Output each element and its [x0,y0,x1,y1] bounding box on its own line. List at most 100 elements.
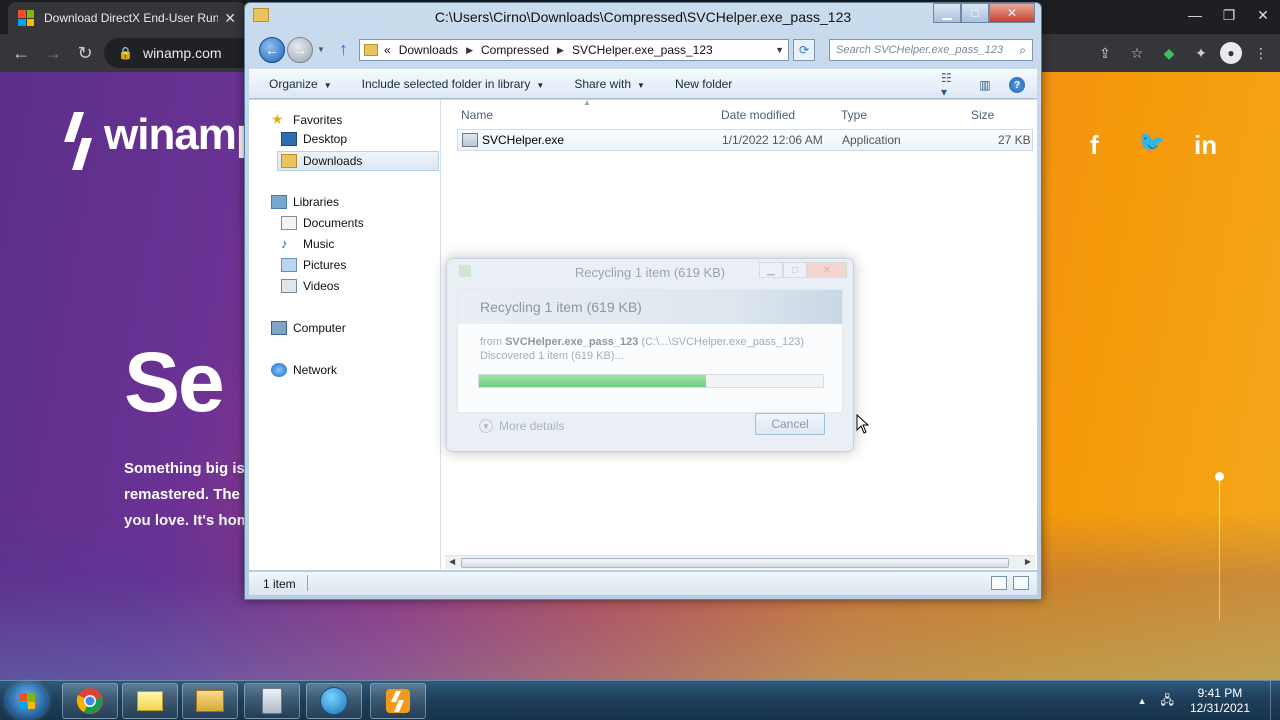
restore-button[interactable]: ❐ [1212,0,1246,30]
nav-libraries[interactable]: Libraries [271,195,339,209]
address-text: winamp.com [142,45,222,61]
large-icons-view-icon[interactable] [1013,576,1029,590]
nav-favorites[interactable]: ★ Favorites [271,111,342,128]
pictures-icon [281,258,297,272]
close-button[interactable]: ✕ [1246,0,1280,30]
new-folder-button[interactable]: New folder [675,77,732,91]
column-header-date-modified[interactable]: Date modified [721,108,795,122]
nav-videos[interactable]: Videos [281,279,339,293]
taskbar-chrome[interactable] [62,683,118,719]
profile-avatar-icon[interactable]: ● [1220,42,1242,64]
cancel-button[interactable]: Cancel [755,413,825,435]
taskbar-winamp[interactable] [370,683,426,719]
explorer-address-bar[interactable]: « Downloads ▶ Compressed ▶ SVCHelper.exe… [359,39,789,61]
nav-music[interactable]: ♪ Music [281,236,334,252]
nav-computer[interactable]: Computer [271,321,346,335]
scroll-right-icon[interactable]: ▶ [1025,557,1031,566]
show-hidden-icons-icon[interactable]: ▲ [1138,696,1147,706]
breadcrumb-overflow[interactable]: « [384,43,391,57]
winamp-icon [386,689,410,713]
taskbar-sticky-notes[interactable] [122,683,178,719]
nav-pictures[interactable]: Pictures [281,258,346,272]
recycling-progress-dialog: Recycling 1 item (619 KB) ▁ □ ✕ Recyclin… [446,258,854,452]
column-header-type[interactable]: Type [841,108,867,122]
nav-documents[interactable]: Documents [281,216,364,230]
application-file-icon [462,133,478,147]
facebook-icon[interactable]: f [1090,130,1099,161]
change-view-icon[interactable]: ☷ ▾ [941,71,961,99]
chevron-down-icon: ▼ [479,419,493,433]
menu-dots-icon[interactable]: ⋮ [1248,40,1274,66]
desktop-icon [281,132,297,146]
extensions-puzzle-icon[interactable]: ✦ [1188,40,1214,66]
explorer-navigation-bar: ← → ▼ ↑ « Downloads ▶ Compressed ▶ SVCHe… [245,33,1041,67]
nav-network[interactable]: Network [271,363,337,377]
system-clock[interactable]: 9:41 PM 12/31/2021 [1190,686,1250,716]
search-icon[interactable]: ⌕ [1019,43,1026,58]
file-size: 27 KB [998,133,1031,147]
up-folder-icon[interactable]: ↑ [339,39,348,60]
dialog-window-controls: ▁ □ ✕ [759,262,847,278]
taskbar-explorer[interactable] [182,683,238,719]
file-row[interactable]: SVCHelper.exe 1/1/2022 12:06 AM Applicat… [457,129,1033,151]
music-note-icon: ♪ [281,236,288,251]
explorer-close-button[interactable]: ✕ [989,3,1035,23]
linkedin-icon[interactable]: in [1194,130,1217,161]
taskbar-download-manager[interactable] [306,683,362,719]
help-icon[interactable]: ? [1009,77,1025,93]
extension-app-icon[interactable]: ◆ [1156,40,1182,66]
breadcrumb-current-folder[interactable]: SVCHelper.exe_pass_123 [572,43,713,57]
sort-caret-icon: ▲ [583,98,591,107]
file-type: Application [842,133,901,147]
explorer-titlebar[interactable]: C:\Users\Cirno\Downloads\Compressed\SVCH… [245,3,1041,31]
organize-menu[interactable]: Organize ▼ [269,77,332,91]
explorer-search-box[interactable]: Search SVCHelper.exe_pass_123 ⌕ [829,39,1033,61]
explorer-maximize-button[interactable]: □ [961,3,989,23]
windows-logo-icon [18,10,34,26]
taskbar-recycle[interactable] [244,683,300,719]
recycle-bin-icon [262,688,282,714]
reload-icon[interactable]: ↻ [72,40,98,66]
nav-desktop[interactable]: Desktop [281,132,347,146]
include-in-library-menu[interactable]: Include selected folder in library ▼ [362,77,545,91]
breadcrumb-downloads[interactable]: Downloads [399,43,458,57]
nav-downloads[interactable]: Downloads [277,151,439,171]
recycle-bin-icon [459,265,471,277]
network-status-icon[interactable]: 🖧 [1161,691,1174,712]
explorer-back-button[interactable]: ← [259,37,285,63]
show-desktop-button[interactable] [1270,681,1280,720]
forward-arrow-icon[interactable]: → [40,40,66,66]
breadcrumb-separator-icon[interactable]: ▶ [466,45,473,56]
recent-pages-dropdown-icon[interactable]: ▼ [317,45,325,54]
dialog-maximize-button[interactable]: □ [783,262,807,278]
progress-bar-fill [479,375,707,387]
explorer-minimize-button[interactable]: ▁ [933,3,961,23]
breadcrumb-compressed[interactable]: Compressed [481,43,549,57]
explorer-folder-icon [196,690,224,712]
more-details-toggle[interactable]: ▼ More details [479,419,564,433]
dialog-close-button[interactable]: ✕ [807,262,847,278]
horizontal-scrollbar[interactable]: ◀ ▶ [445,555,1035,569]
source-folder-name: SVCHelper.exe_pass_123 [505,336,639,348]
breadcrumb-separator-icon[interactable]: ▶ [557,45,564,56]
share-icon[interactable]: ⇪ [1092,40,1118,66]
scroll-thumb[interactable] [461,558,1009,568]
column-header-name[interactable]: Name [461,108,493,122]
preview-pane-icon[interactable]: ▥ [975,75,995,95]
minimize-button[interactable]: — [1178,0,1212,30]
refresh-icon[interactable]: ⟳ [793,39,815,61]
back-arrow-icon[interactable]: ← [8,40,34,66]
share-with-menu[interactable]: Share with ▼ [574,77,645,91]
notes-icon [137,691,163,711]
tab-close-icon[interactable]: ✕ [224,10,236,27]
browser-tab[interactable]: Download DirectX End-User Runtim ✕ [8,2,246,34]
scroll-left-icon[interactable]: ◀ [449,557,455,566]
details-view-icon[interactable] [991,576,1007,590]
column-header-size[interactable]: Size [971,108,994,122]
explorer-forward-button[interactable]: → [287,37,313,63]
start-button[interactable] [6,683,48,719]
twitter-icon[interactable]: 🐦 [1138,130,1165,156]
dialog-minimize-button[interactable]: ▁ [759,262,783,278]
address-dropdown-icon[interactable]: ▼ [775,45,784,55]
bookmark-star-icon[interactable]: ☆ [1124,40,1150,66]
